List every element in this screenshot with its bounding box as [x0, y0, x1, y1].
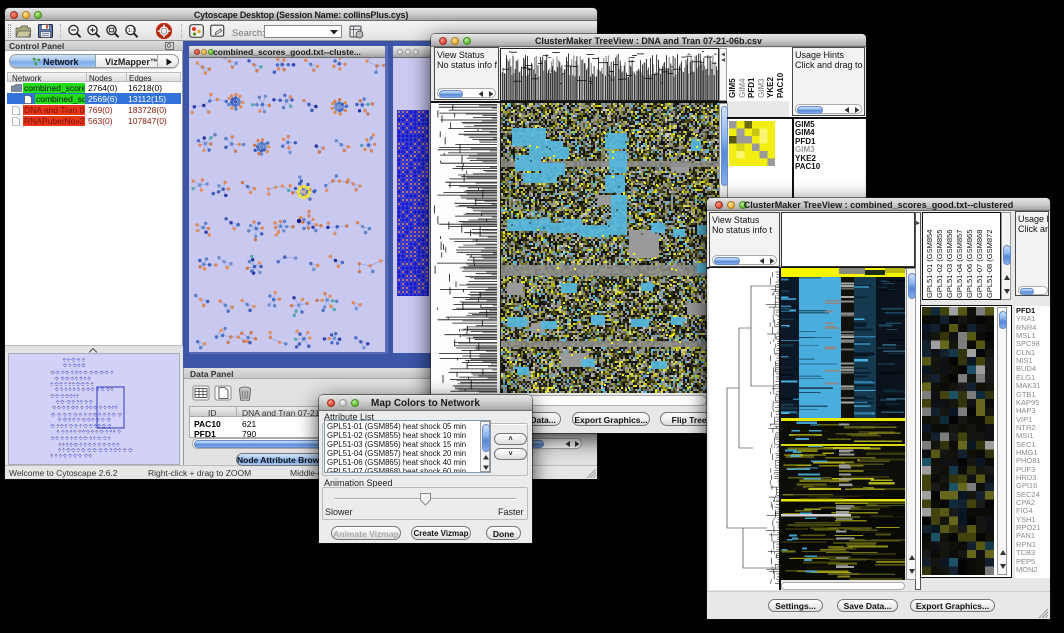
svg-text:1:1: 1:1	[128, 28, 136, 34]
